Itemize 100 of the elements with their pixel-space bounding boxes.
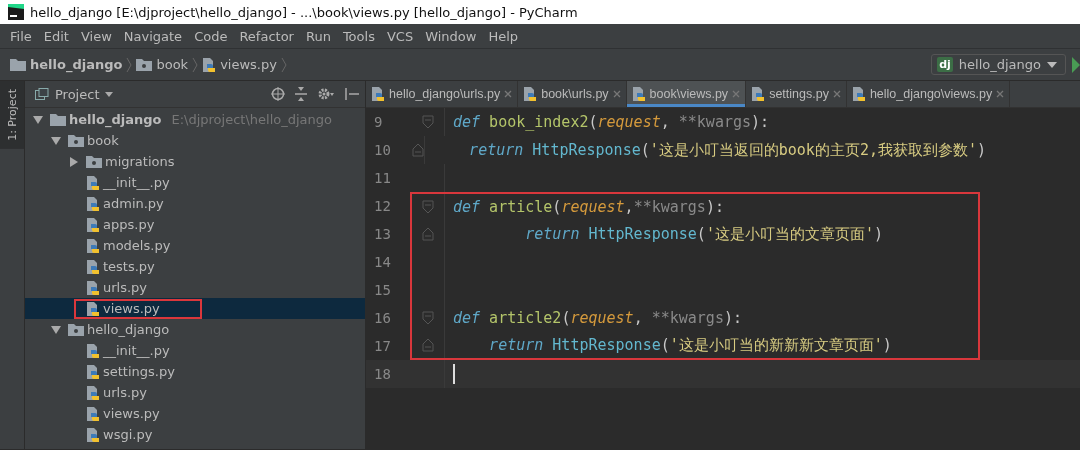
- menu-item[interactable]: Run: [299, 26, 337, 46]
- breadcrumb[interactable]: views.py: [202, 56, 277, 73]
- tree-item[interactable]: tests.py: [25, 256, 365, 277]
- tab-label: book\views.py: [649, 87, 729, 101]
- python-file-icon: [202, 56, 217, 73]
- hide-panel-icon[interactable]: [345, 87, 359, 101]
- fold-end-icon[interactable]: [422, 338, 434, 352]
- expanded-arrow-icon[interactable]: [33, 115, 43, 124]
- tree-item-label: urls.py: [103, 280, 148, 295]
- editor-tab[interactable]: book\views.py: [626, 81, 747, 107]
- python-file-icon: [86, 216, 100, 233]
- tree-item[interactable]: admin.py: [25, 193, 365, 214]
- package-folder-icon: [136, 58, 153, 71]
- fold-end-icon[interactable]: [422, 227, 434, 241]
- tree-item[interactable]: views.py: [25, 298, 365, 319]
- python-file-icon: [86, 405, 100, 422]
- tree-item[interactable]: __init__.py: [25, 172, 365, 193]
- expanded-arrow-icon[interactable]: [51, 325, 61, 334]
- folder-icon: [50, 113, 66, 126]
- app-logo-icon: [8, 4, 24, 20]
- tree-item[interactable]: wsgi.py: [25, 424, 365, 445]
- tree-item-label: __init__.py: [103, 343, 170, 358]
- collapse-all-icon[interactable]: [295, 87, 307, 101]
- menu-item[interactable]: File: [4, 26, 38, 46]
- tree-item-label: apps.py: [103, 217, 155, 232]
- tab-label: settings.py: [769, 87, 829, 101]
- folder-icon: [10, 58, 26, 71]
- fold-end-icon[interactable]: [412, 143, 424, 157]
- line-number: 17: [373, 338, 392, 354]
- tree-item[interactable]: hello_django: [25, 319, 365, 340]
- python-file-icon: [751, 86, 766, 102]
- tab-label: hello_django\views.py: [869, 87, 993, 101]
- locate-icon[interactable]: [271, 87, 285, 101]
- python-file-icon: [371, 86, 385, 102]
- menu-item[interactable]: Window: [419, 26, 483, 46]
- project-view-dropdown[interactable]: Project: [35, 86, 114, 102]
- line-number: 14: [373, 254, 392, 270]
- tree-item-label: models.py: [103, 238, 171, 253]
- python-file-icon: [86, 174, 100, 191]
- expanded-arrow-icon[interactable]: [51, 136, 61, 145]
- tree-item[interactable]: urls.py: [25, 382, 365, 403]
- menu-item[interactable]: Code: [188, 26, 234, 46]
- editor-tab[interactable]: hello_django\urls.py: [366, 81, 519, 107]
- breadcrumb[interactable]: book: [136, 57, 189, 72]
- settings-icon[interactable]: [317, 87, 335, 101]
- close-icon[interactable]: [996, 90, 1005, 98]
- tree-item[interactable]: views.py: [25, 403, 365, 424]
- code-line: def book_index2(request, **kwargs):: [453, 113, 770, 131]
- code-line: return HttpResponse('这是小叮当返回的book的主页2,我获取到参数'): [468, 140, 987, 160]
- menu-item[interactable]: VCS: [380, 26, 420, 46]
- tab-label: hello_django\urls.py: [389, 87, 501, 101]
- tree-item[interactable]: __init__.py: [25, 340, 365, 361]
- package-folder-icon: [68, 323, 84, 336]
- editor-tab[interactable]: book\urls.py: [518, 81, 627, 107]
- menu-item[interactable]: View: [74, 26, 118, 46]
- python-file-icon: [86, 384, 100, 401]
- close-icon[interactable]: [612, 90, 621, 98]
- tree-item[interactable]: hello_django E:\djproject\hello_django: [25, 109, 365, 130]
- fold-start-icon[interactable]: [422, 200, 434, 214]
- chevron-icon: [280, 56, 287, 73]
- breadcrumb[interactable]: hello_django: [10, 57, 123, 72]
- tree-item-label: migrations: [105, 154, 175, 169]
- menu-item[interactable]: Help: [482, 26, 525, 46]
- close-icon[interactable]: [732, 90, 741, 98]
- run-configuration-dropdown[interactable]: dj hello_django: [931, 54, 1066, 75]
- python-file-icon: [86, 342, 100, 359]
- django-badge: dj: [937, 57, 953, 72]
- tree-item[interactable]: settings.py: [25, 361, 365, 382]
- python-file-icon: [86, 426, 100, 443]
- tree-item-label: hello_django: [69, 112, 162, 127]
- tree-item[interactable]: models.py: [25, 235, 365, 256]
- package-folder-icon: [68, 134, 84, 147]
- project-path: E:\djproject\hello_django: [171, 112, 332, 127]
- tree-item[interactable]: migrations: [25, 151, 365, 172]
- close-icon[interactable]: [832, 90, 841, 98]
- fold-start-icon[interactable]: [422, 311, 434, 325]
- tab-label: book\urls.py: [541, 87, 609, 101]
- menu-item[interactable]: Navigate: [117, 26, 189, 46]
- code-line: return HttpResponse('这是小叮当的文章页面'): [524, 224, 883, 244]
- tree-item[interactable]: book: [25, 130, 365, 151]
- python-file-icon: [86, 258, 100, 275]
- caret-icon: [1047, 61, 1057, 68]
- collapsed-arrow-icon[interactable]: [69, 156, 79, 167]
- tree-item-label: admin.py: [103, 196, 164, 211]
- tree-item[interactable]: apps.py: [25, 214, 365, 235]
- tree-item[interactable]: urls.py: [25, 277, 365, 298]
- menu-item[interactable]: Edit: [37, 26, 75, 46]
- editor-tab[interactable]: settings.py: [746, 81, 847, 107]
- python-file-icon: [86, 363, 100, 380]
- line-number: 11: [373, 170, 392, 186]
- code-line: def article(request,**kwargs):: [453, 198, 724, 216]
- close-icon[interactable]: [504, 90, 513, 98]
- menu-item[interactable]: Refactor: [233, 26, 300, 46]
- run-icon[interactable]: [1072, 56, 1080, 73]
- project-tool-button[interactable]: 1: Project: [0, 81, 24, 149]
- chevron-icon: [192, 56, 199, 73]
- python-file-icon: [631, 86, 646, 102]
- fold-start-icon[interactable]: [422, 115, 434, 129]
- menu-item[interactable]: Tools: [336, 26, 381, 46]
- editor-tab[interactable]: hello_django\views.py: [846, 81, 1011, 107]
